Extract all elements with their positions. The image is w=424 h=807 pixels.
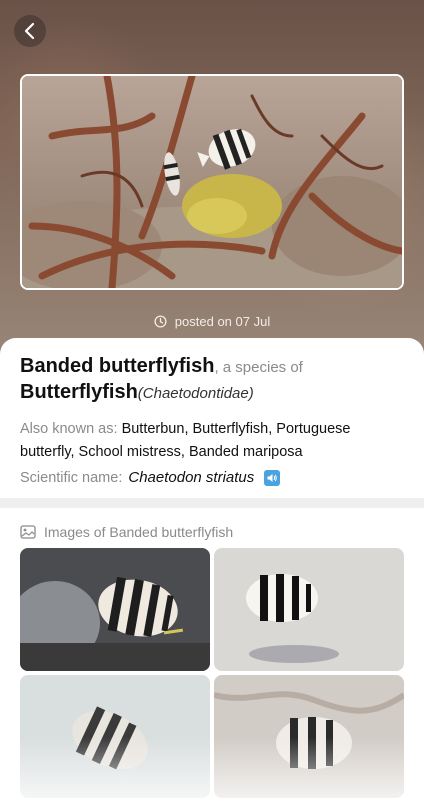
- scientific-name: Scientific name: Chaetodon striatus: [20, 469, 404, 486]
- image-gallery-icon: [20, 525, 36, 539]
- back-button[interactable]: [14, 15, 46, 47]
- section-divider: [0, 498, 424, 508]
- scientific-value: Chaetodon striatus: [128, 469, 255, 486]
- scientific-label: Scientific name:: [20, 469, 123, 486]
- main-photo-image: [22, 76, 402, 288]
- main-photo[interactable]: [20, 74, 404, 290]
- family-common-name[interactable]: Butterflyfish: [20, 381, 138, 403]
- gallery-image-3[interactable]: [20, 675, 210, 798]
- gallery-image-4[interactable]: [214, 675, 404, 798]
- species-common-name: Banded butterflyfish: [20, 355, 215, 377]
- gallery-image-1[interactable]: [20, 548, 210, 671]
- images-heading-text: Images of Banded butterflyfish: [44, 524, 234, 540]
- species-of-text: , a species of: [214, 359, 303, 376]
- also-known-as: Also known as: Butterbun, Butterflyfish,…: [20, 418, 404, 464]
- image-grid: [20, 548, 404, 798]
- species-title: Banded butterflyfish, a species of Butte…: [20, 354, 404, 406]
- posted-date: posted on 07 Jul: [0, 314, 424, 329]
- clock-icon: [154, 315, 167, 328]
- speaker-icon[interactable]: [264, 469, 281, 486]
- images-section: Images of Banded butterflyfish: [0, 508, 424, 807]
- aka-label: Also known as:: [20, 421, 122, 437]
- hero-background: posted on 07 Jul: [0, 0, 424, 365]
- gallery-image-2[interactable]: [214, 548, 404, 671]
- images-heading: Images of Banded butterflyfish: [20, 522, 404, 542]
- species-info-card: Banded butterflyfish, a species of Butte…: [0, 338, 424, 498]
- posted-text: posted on 07 Jul: [174, 314, 271, 329]
- chevron-left-icon: [24, 22, 35, 40]
- family-latin-name: (Chaetodontidae): [137, 385, 254, 402]
